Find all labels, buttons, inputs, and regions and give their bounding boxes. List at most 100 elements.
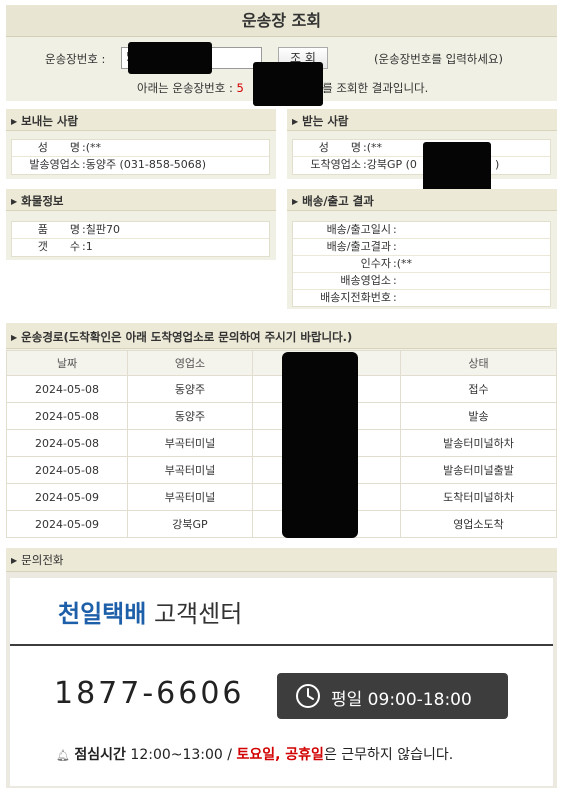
lunch-time: 12:00~13:00 / [130,747,232,763]
route-title-panel: ▶ 운송경로(도착확인은 아래 도착영업소로 문의하여 주시기 바랍니다.) [6,323,557,350]
delivery-row: 인수자:(** [293,256,550,273]
column-header-office: 영업소 [127,350,253,376]
closed-suffix: 은 근무하지 않습니다. [323,747,454,763]
cargo-info: 품 명:칠판70 갯 수:1 [11,221,270,257]
route-office: 부곡터미널 [127,429,253,457]
bell-icon: 🔔︎ [56,749,70,762]
receiver-office-value: :강북GP (0 [363,158,417,171]
section-arrow-icon: ▶ [11,556,18,565]
delivery-info: 배송/출고일시: 배송/출고결과: 인수자:(** 배송영업소: 배송지전화번호… [292,221,551,307]
section-arrow-icon: ▶ [11,197,18,206]
page-title-bar: 운송장 조회 [6,5,557,37]
cargo-count-label: 갯 수 [37,240,80,253]
receiver-name-row: 성 명:(** [293,140,550,157]
lunch-notice: 🔔︎ 점심시간 12:00~13:00 / 토요일, 공휴일은 근무하지 않습니… [56,744,453,764]
route-date: 2024-05-09 [6,483,128,511]
sender-name-row: 성 명:(** [12,140,269,157]
route-status: 영업소도착 [400,510,557,538]
sender-name-value: :(** [82,141,101,154]
brand-name: 천일택배 [58,600,147,628]
route-office: 부곡터미널 [127,483,253,511]
clock-icon [296,684,320,708]
route-status: 발송터미널하차 [400,429,557,457]
office-hours-badge: 평일 09:00-18:00 [277,673,508,719]
result-prefix: 아래는 운송장번호 : [137,81,233,95]
receiver-office-row: 도착영업소:강북GP (0) [293,157,550,174]
sender-title: 보내는 사람 [21,114,79,128]
route-office: 부곡터미널 [127,456,253,484]
route-title-bar: ▶ 운송경로(도착확인은 아래 도착영업소로 문의하여 주시기 바랍니다.) [6,323,557,349]
column-header-status: 상태 [400,350,557,376]
delivery-row: 배송/출고일시: [293,222,550,239]
route-status: 접수 [400,375,557,403]
cargo-count-row: 갯 수:1 [12,239,269,256]
delivery-phone-value: : [393,291,397,304]
contact-phone-number: 1877-6606 [54,676,245,711]
cargo-title: 화물정보 [21,194,64,208]
delivery-row: 배송지전화번호: [293,290,550,307]
delivery-date-value: : [393,223,397,236]
cargo-item-value: :칠판70 [82,223,120,236]
delivery-title-bar: ▶ 배송/출고 결과 [287,189,557,211]
contact-divider [10,644,553,646]
result-suffix: 를 조회한 결과입니다. [322,81,429,95]
route-date: 2024-05-08 [6,456,128,484]
delivery-result-value: : [393,240,397,253]
cargo-item-label: 품 명 [37,223,80,236]
receiver-office-label: 도착영업소 [310,158,361,171]
route-status: 발송터미널출발 [400,456,557,484]
header-panel: 운송장 조회 운송장번호 : 5 조 회 (운송장번호를 입력하세요) 아래는 … [6,5,557,106]
delivery-office-label: 배송영업소 [340,274,391,287]
route-date: 2024-05-08 [6,429,128,457]
delivery-row: 배송영업소: [293,273,550,290]
route-office: 강북GP [127,510,253,538]
section-arrow-icon: ▶ [292,117,299,126]
sender-title-bar: ▶ 보내는 사람 [6,109,276,131]
redacted-waybill-input [128,42,212,74]
column-header-date: 날짜 [6,350,128,376]
cargo-count-value: :1 [82,240,93,253]
customer-center-heading: 천일택배 고객센터 [58,594,242,629]
sender-office-value: :동양주 (031-858-5068) [82,158,207,171]
delivery-recipient-label: 인수자 [360,257,391,270]
route-title: 운송경로(도착확인은 아래 도착영업소로 문의하여 주시기 바랍니다.) [21,330,353,344]
cargo-panel: ▶ 화물정보 품 명:칠판70 갯 수:1 [6,189,276,260]
redacted-receiver-phone [423,142,491,192]
route-office: 동양주 [127,375,253,403]
contact-title: 문의전화 [21,553,64,567]
sender-name-label: 성 명 [37,141,80,154]
section-arrow-icon: ▶ [11,117,18,126]
delivery-result-label: 배송/출고결과 [326,240,391,253]
route-office: 동양주 [127,402,253,430]
contact-card: 천일택배 고객센터 1877-6606 평일 09:00-18:00 🔔︎ 점심… [10,578,553,786]
contact-panel: ▶ 문의전화 천일택배 고객센터 1877-6606 평일 09:00-18:00… [6,548,557,788]
receiver-name-label: 성 명 [318,141,361,154]
route-date: 2024-05-09 [6,510,128,538]
receiver-panel: ▶ 받는 사람 성 명:(** 도착영업소:강북GP (0) [287,109,557,192]
cargo-title-bar: ▶ 화물정보 [6,189,276,211]
sender-panel: ▶ 보내는 사람 성 명:(** 발송영업소:동양주 (031-858-5068) [6,109,276,179]
delivery-title: 배송/출고 결과 [302,194,374,208]
receiver-office-tail: ) [495,158,500,171]
route-status: 도착터미널하차 [400,483,557,511]
sender-office-row: 발송영업소:동양주 (031-858-5068) [12,157,269,174]
delivery-panel: ▶ 배송/출고 결과 배송/출고일시: 배송/출고결과: 인수자:(** 배송영업… [287,189,557,309]
redacted-result-number [253,62,323,106]
receiver-info: 성 명:(** 도착영업소:강북GP (0) [292,139,551,175]
route-date: 2024-05-08 [6,375,128,403]
delivery-row: 배송/출고결과: [293,239,550,256]
section-arrow-icon: ▶ [292,197,299,206]
contact-title-bar: ▶ 문의전화 [6,548,557,572]
delivery-phone-label: 배송지전화번호 [320,291,391,304]
waybill-label: 운송장번호 : [45,52,106,66]
delivery-recipient-value: :(** [393,257,412,270]
redacted-route-phones [282,352,358,538]
receiver-title: 받는 사람 [302,114,349,128]
delivery-office-value: : [393,274,397,287]
lunch-label: 점심시간 [74,747,126,763]
result-number-start: 5 [236,81,244,95]
cargo-item-row: 품 명:칠판70 [12,222,269,239]
closed-days: 토요일, 공휴일 [236,747,324,763]
section-arrow-icon: ▶ [11,333,18,342]
waybill-hint: (운송장번호를 입력하세요) [374,52,504,66]
